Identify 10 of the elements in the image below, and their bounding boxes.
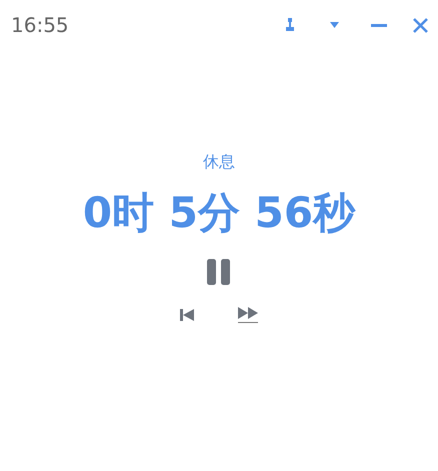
previous-icon[interactable]	[180, 309, 194, 321]
clock-time: 16:55	[11, 13, 69, 37]
minimize-icon[interactable]	[371, 24, 387, 26]
pause-icon[interactable]	[206, 259, 232, 285]
pin-icon[interactable]	[286, 18, 294, 32]
caret-icon[interactable]	[330, 22, 339, 28]
fast-forward-button[interactable]	[238, 307, 258, 323]
phase-label: 休息	[203, 152, 235, 173]
countdown-timer: 0时 5分 56秒	[82, 187, 356, 239]
close-icon[interactable]	[413, 18, 428, 32]
